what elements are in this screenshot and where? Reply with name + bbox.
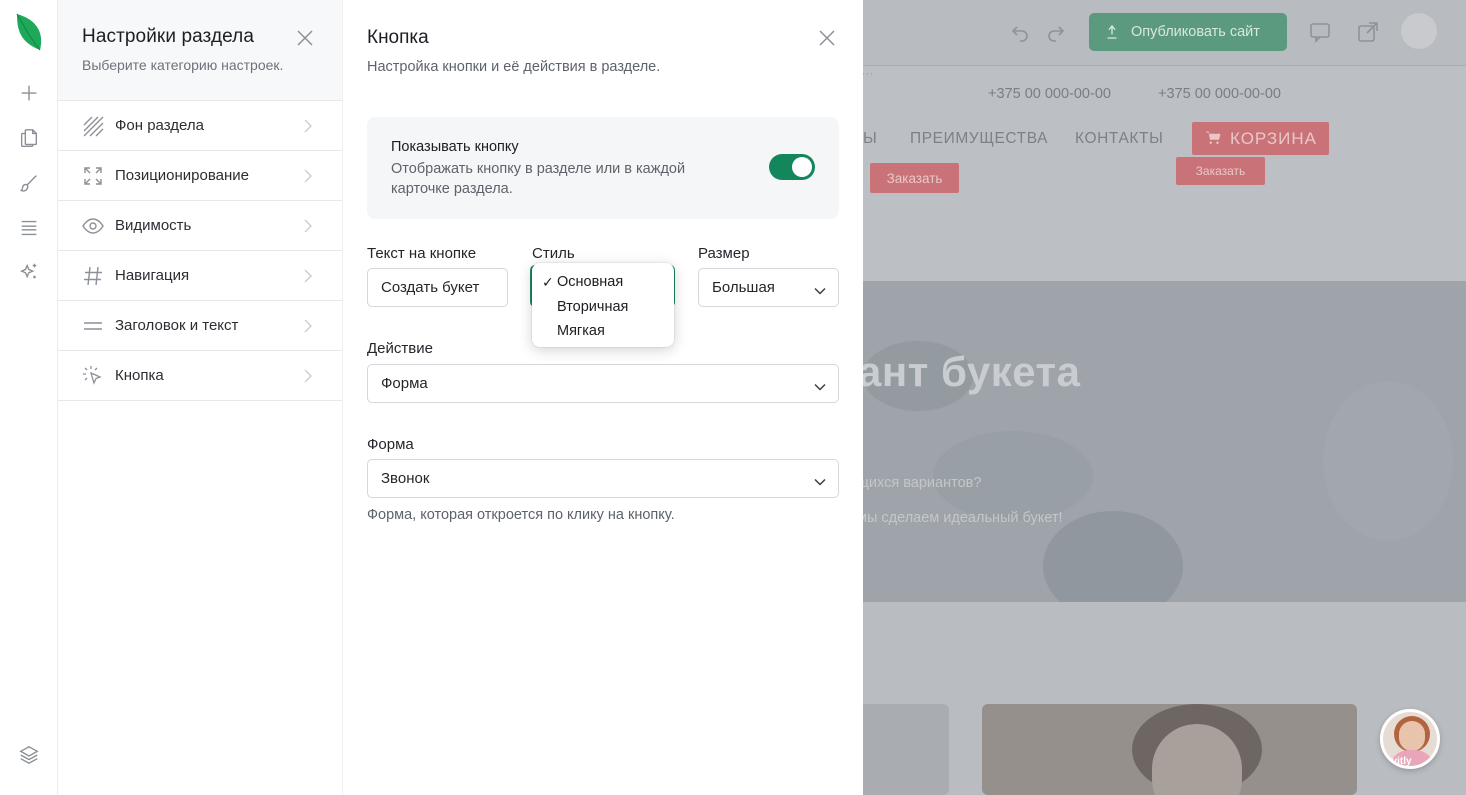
layers-list-icon[interactable] [17, 216, 41, 240]
publish-icon [1103, 23, 1121, 41]
nav-item-contacts: КОНТАКТЫ [1075, 130, 1164, 147]
style-option-primary[interactable]: ✓ Основная [532, 270, 674, 295]
size-value: Большая [712, 279, 775, 296]
plus-icon[interactable] [17, 81, 41, 105]
redo-icon[interactable] [1044, 20, 1068, 44]
cart-label: КОРЗИНА [1230, 128, 1318, 148]
menu-item-background[interactable]: Фон раздела [58, 101, 343, 151]
editor-rail [0, 0, 58, 795]
hero-title: ант букета [858, 348, 1081, 395]
action-value: Форма [381, 375, 428, 392]
menu-item-label: Кнопка [115, 367, 164, 384]
show-button-title: Показывать кнопку [391, 139, 519, 155]
show-button-toggle[interactable] [769, 154, 815, 180]
order-button-2: Заказать [1176, 157, 1265, 185]
menu-item-navigation[interactable]: Навигация [58, 251, 343, 301]
show-button-description: Отображать кнопку в разделе или в каждой… [391, 161, 686, 197]
style-option-soft[interactable]: Мягкая [532, 319, 674, 344]
form-value: Звонок [381, 470, 430, 487]
style-option-secondary[interactable]: Вторичная [532, 295, 674, 320]
hero-question: щихся вариантов? [857, 475, 982, 491]
pages-icon[interactable] [17, 126, 41, 150]
chevron-down-icon [814, 474, 826, 486]
menu-item-label: Заголовок и текст [115, 317, 239, 334]
menu-item-label: Навигация [115, 267, 190, 284]
menu-item-positioning[interactable]: Позиционирование [58, 151, 343, 201]
menu-item-button[interactable]: Кнопка [58, 351, 343, 401]
chat-widget-avatar[interactable]: kvitly [1380, 709, 1440, 769]
button-settings-panel: Кнопка Настройка кнопки и её действия в … [343, 0, 863, 795]
action-label: Действие [367, 340, 433, 357]
chevron-right-icon [301, 368, 315, 384]
comment-icon[interactable] [1308, 20, 1332, 44]
cart-button: КОРЗИНА [1192, 122, 1329, 155]
chevron-right-icon [301, 118, 315, 134]
close-icon[interactable] [817, 28, 837, 48]
text-lines-icon [82, 315, 104, 337]
settings-subtitle: Выберите категорию настроек. [82, 57, 284, 73]
expand-arrows-icon [82, 165, 104, 187]
option-label: Основная [557, 274, 624, 290]
chevron-right-icon [301, 268, 315, 284]
phone-number-1: +375 00 000-00-00 [988, 86, 1111, 102]
action-select[interactable]: Форма [367, 364, 839, 403]
order-button-1: Заказать [870, 163, 959, 193]
eye-icon [82, 215, 104, 237]
background-hatch-icon [82, 115, 104, 137]
stack-icon[interactable] [17, 743, 41, 767]
chevron-down-icon [814, 283, 826, 295]
hash-icon [82, 265, 104, 287]
hero-answer: мы сделаем идеальный букет! [857, 510, 1063, 526]
chevron-right-icon [301, 218, 315, 234]
external-link-icon[interactable] [1356, 20, 1380, 44]
order-label: Заказать [886, 170, 943, 186]
publish-label: Опубликовать сайт [1131, 24, 1260, 40]
close-icon[interactable] [295, 28, 315, 48]
gallery-card-2 [982, 704, 1357, 795]
menu-item-label: Фон раздела [115, 117, 204, 134]
option-label: Вторичная [557, 298, 629, 315]
style-label: Стиль [532, 245, 575, 262]
option-label: Мягкая [557, 323, 605, 339]
button-text-label: Текст на кнопке [367, 245, 477, 262]
chat-label: kvitly [1386, 756, 1412, 767]
menu-item-visibility[interactable]: Видимость [58, 201, 343, 251]
section-settings-panel: Настройки раздела Выберите категорию нас… [58, 0, 343, 795]
style-dropdown: ✓ Основная Вторичная Мягкая [532, 263, 674, 347]
settings-header: Настройки раздела Выберите категорию нас… [58, 0, 343, 101]
publish-button[interactable]: Опубликовать сайт [1089, 13, 1287, 51]
nav-item-advantages: ПРЕИМУЩЕСТВА [910, 130, 1049, 147]
settings-title: Настройки раздела [82, 26, 255, 47]
chevron-down-icon [814, 379, 826, 391]
cart-icon [1204, 130, 1222, 146]
form-hint: Форма, которая откроется по клику на кно… [367, 507, 675, 523]
phone-number-2: +375 00 000-00-00 [1158, 86, 1281, 102]
leaf-logo-icon[interactable] [14, 12, 44, 52]
order-label: Заказать [1195, 164, 1246, 178]
size-label: Размер [698, 245, 750, 262]
sparkles-icon[interactable] [17, 260, 41, 284]
form-label: Форма [367, 436, 414, 453]
panel-title: Кнопка [367, 27, 429, 48]
show-button-card: Показывать кнопку Отображать кнопку в ра… [367, 117, 839, 219]
brush-icon[interactable] [17, 171, 41, 195]
checkmark-icon: ✓ [542, 274, 554, 290]
undo-icon[interactable] [1008, 20, 1032, 44]
nav-partial: Ы [863, 130, 878, 147]
chevron-right-icon [301, 168, 315, 184]
size-select[interactable]: Большая [698, 268, 839, 307]
cursor-click-icon [82, 365, 104, 387]
form-select[interactable]: Звонок [367, 459, 839, 498]
menu-item-label: Видимость [115, 217, 192, 234]
panel-subtitle: Настройка кнопки и её действия в разделе… [367, 59, 661, 75]
user-avatar[interactable] [1401, 13, 1437, 49]
chevron-right-icon [301, 318, 315, 334]
menu-item-heading-text[interactable]: Заголовок и текст [58, 301, 343, 351]
button-text-input[interactable]: Создать букет [367, 268, 508, 307]
menu-item-label: Позиционирование [115, 167, 250, 184]
